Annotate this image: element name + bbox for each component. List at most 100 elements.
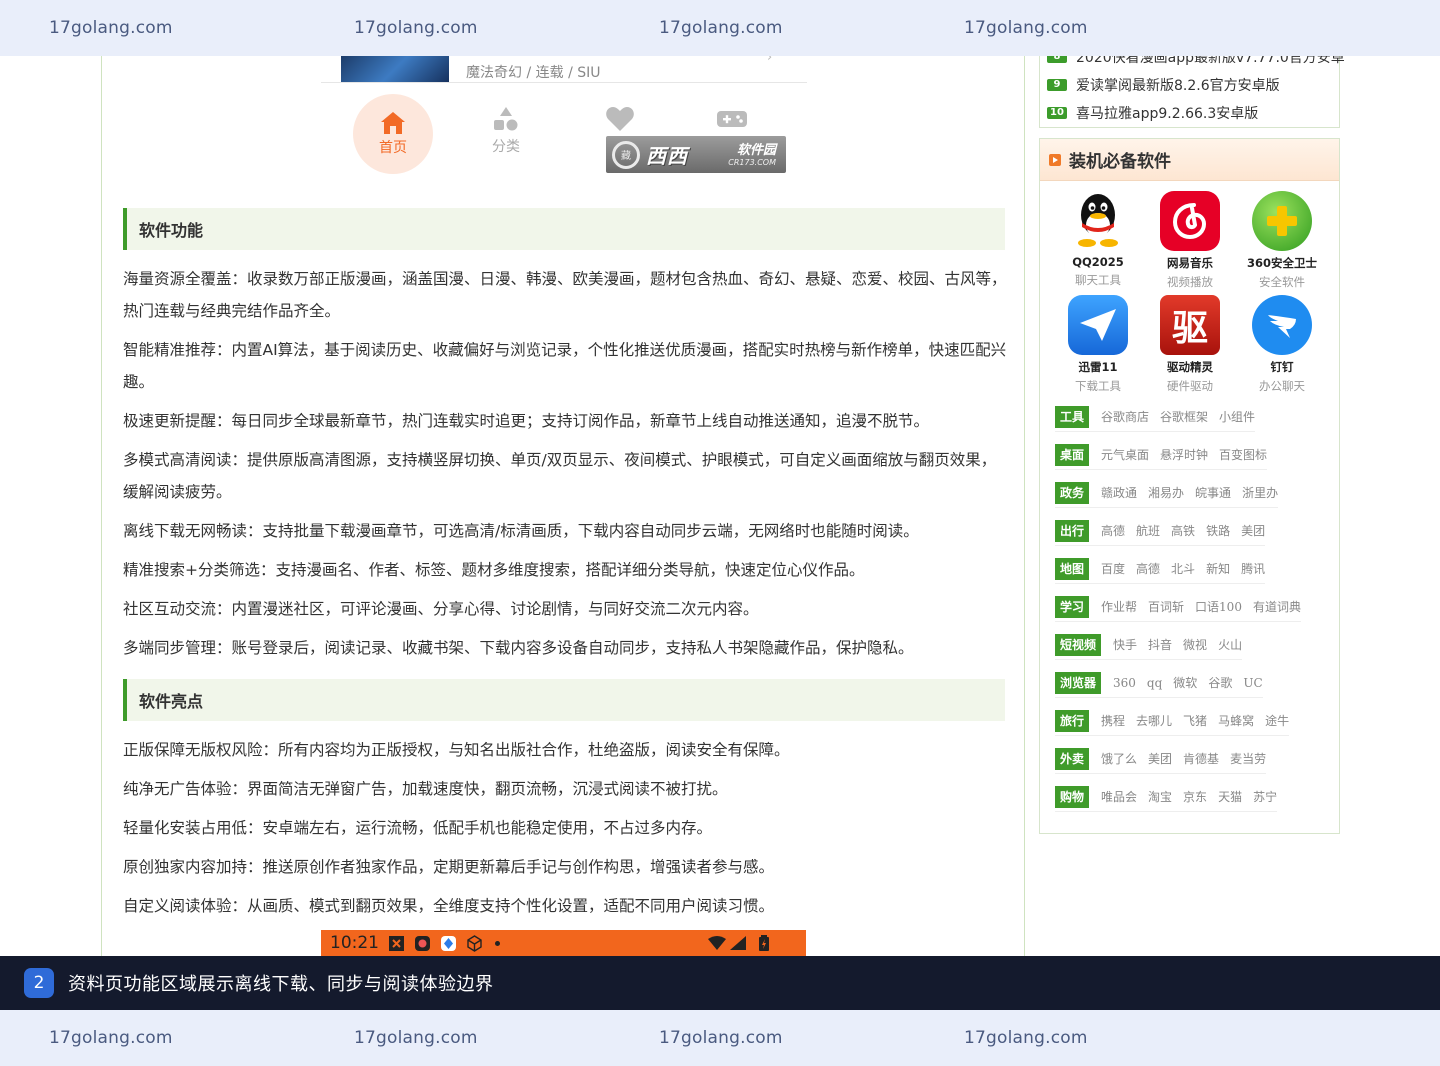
category-tag[interactable]: 出行 bbox=[1055, 519, 1090, 542]
category-link[interactable]: 浙里办 bbox=[1242, 484, 1278, 501]
category-link[interactable]: 抖音 bbox=[1148, 636, 1172, 653]
category-tag[interactable]: 政务 bbox=[1055, 481, 1090, 504]
cr173-watermark-logo: 藏 西西 软件园 CR173.COM bbox=[606, 136, 786, 173]
category-link[interactable]: qq bbox=[1147, 676, 1162, 690]
category-tag[interactable]: 浏览器 bbox=[1055, 671, 1102, 694]
app-tile-driver-genius[interactable]: 驱 驱动精灵 硬件驱动 bbox=[1144, 295, 1236, 394]
panel-title: 装机必备软件 bbox=[1069, 152, 1171, 172]
app-tile-netease-music[interactable]: 网易音乐 视频播放 bbox=[1144, 191, 1236, 290]
category-link[interactable]: 皖事通 bbox=[1195, 484, 1231, 501]
category-link[interactable]: 火山 bbox=[1218, 636, 1242, 653]
app-desc: 安全软件 bbox=[1259, 275, 1305, 289]
category-row: 浏览器 360 qq 微软 谷歌 UC bbox=[1055, 668, 1263, 698]
app-tile-qq[interactable]: QQ2025 聊天工具 bbox=[1052, 191, 1144, 288]
category-link[interactable]: 百词斩 bbox=[1148, 598, 1184, 615]
watermark-bar-bottom: 17golang.com 17golang.com 17golang.com 1… bbox=[0, 1010, 1440, 1066]
nav-home-button[interactable]: 首页 bbox=[353, 94, 433, 174]
qq-icon bbox=[1068, 191, 1128, 251]
category-link[interactable]: 谷歌框架 bbox=[1160, 408, 1208, 425]
category-link[interactable]: 新知 bbox=[1206, 560, 1230, 577]
category-row: 短视频 快手 抖音 微视 火山 bbox=[1055, 630, 1243, 660]
category-link[interactable]: 百变图标 bbox=[1219, 446, 1267, 463]
cube-icon bbox=[467, 934, 482, 952]
nav-category-button[interactable]: 分类 bbox=[471, 106, 541, 156]
app-tile-360[interactable]: 360安全卫士 安全软件 bbox=[1236, 191, 1328, 290]
category-link[interactable]: 美团 bbox=[1241, 522, 1265, 539]
gamepad-icon[interactable] bbox=[717, 110, 747, 128]
category-link[interactable]: 高德 bbox=[1101, 522, 1125, 539]
category-link[interactable]: 淘宝 bbox=[1148, 788, 1172, 805]
feature-paragraph: 海量资源全覆盖：收录数万部正版漫画，涵盖国漫、日漫、韩漫、欧美漫画，题材包含热血… bbox=[123, 270, 1007, 320]
category-link[interactable]: 悬浮时钟 bbox=[1160, 446, 1208, 463]
nav-category-label: 分类 bbox=[492, 139, 520, 155]
status-time: 10:21 bbox=[330, 933, 379, 953]
app-name: 网易音乐 bbox=[1167, 256, 1213, 270]
category-link[interactable]: 铁路 bbox=[1206, 522, 1230, 539]
category-link[interactable]: 高铁 bbox=[1171, 522, 1195, 539]
category-link[interactable]: 美团 bbox=[1148, 750, 1172, 767]
category-link[interactable]: 马蜂窝 bbox=[1218, 712, 1254, 729]
category-tag[interactable]: 旅行 bbox=[1055, 709, 1090, 732]
category-link[interactable]: 元气桌面 bbox=[1101, 446, 1149, 463]
category-link[interactable]: 北斗 bbox=[1171, 560, 1195, 577]
watermark-text: 17golang.com bbox=[659, 1028, 783, 1048]
category-link[interactable]: 谷歌商店 bbox=[1101, 408, 1149, 425]
article-column: 魔法奇幻 / 连载 / SIU › 首页 分类 藏 西西 软件园 CR173.C… bbox=[101, 0, 1025, 1010]
dingtalk-icon bbox=[1252, 295, 1312, 355]
category-link[interactable]: 途牛 bbox=[1265, 712, 1289, 729]
category-tag[interactable]: 短视频 bbox=[1055, 633, 1102, 656]
category-tag[interactable]: 购物 bbox=[1055, 785, 1090, 808]
category-link[interactable]: 360 bbox=[1113, 676, 1136, 690]
category-link[interactable]: 微视 bbox=[1183, 636, 1207, 653]
rank-number: 9 bbox=[1047, 79, 1067, 91]
category-link[interactable]: 京东 bbox=[1183, 788, 1207, 805]
category-tag[interactable]: 学习 bbox=[1055, 595, 1090, 618]
comic-tagline: 魔法奇幻 / 连载 / SIU bbox=[466, 65, 601, 81]
dot-icon bbox=[495, 940, 500, 946]
category-link[interactable]: 高德 bbox=[1136, 560, 1160, 577]
category-link[interactable]: 谷歌 bbox=[1208, 674, 1232, 691]
category-link[interactable]: 快手 bbox=[1113, 636, 1137, 653]
category-link[interactable]: 湘易办 bbox=[1148, 484, 1184, 501]
battery-icon bbox=[759, 935, 769, 951]
app-tile-dingtalk[interactable]: 钉钉 办公聊天 bbox=[1236, 295, 1328, 394]
category-tag[interactable]: 工具 bbox=[1055, 405, 1090, 428]
category-tag[interactable]: 桌面 bbox=[1055, 443, 1090, 466]
category-link[interactable]: 天猫 bbox=[1218, 788, 1242, 805]
category-link[interactable]: 航班 bbox=[1136, 522, 1160, 539]
watermark-text: 17golang.com bbox=[49, 1028, 173, 1048]
category-row: 购物 唯品会 淘宝 京东 天猫 苏宁 bbox=[1055, 782, 1278, 812]
category-link[interactable]: 有道词典 bbox=[1253, 598, 1301, 615]
logo-sub-text: 软件园 bbox=[736, 143, 776, 158]
category-link[interactable]: 唯品会 bbox=[1101, 788, 1137, 805]
watermark-text: 17golang.com bbox=[964, 1028, 1088, 1048]
category-link[interactable]: 百度 bbox=[1101, 560, 1125, 577]
feature-paragraph: 智能精准推荐：内置AI算法，基于阅读历史、收藏偏好与浏览记录，个性化推送优质漫画… bbox=[123, 341, 1007, 391]
category-link[interactable]: 腾讯 bbox=[1241, 560, 1265, 577]
category-row: 外卖 饿了么 美团 肯德基 麦当劳 bbox=[1055, 744, 1267, 774]
watermark-text: 17golang.com bbox=[49, 18, 173, 38]
category-link[interactable]: UC bbox=[1243, 676, 1262, 690]
category-tag[interactable]: 地图 bbox=[1055, 557, 1090, 580]
arrow-right-icon bbox=[1049, 153, 1061, 166]
ranking-item[interactable]: 9 爱读掌阅最新版8.2.6官方安卓版 bbox=[1047, 75, 1280, 95]
category-link[interactable]: 微软 bbox=[1173, 674, 1197, 691]
category-link[interactable]: 口语100 bbox=[1195, 598, 1242, 615]
category-link[interactable]: 去哪儿 bbox=[1136, 712, 1172, 729]
panel-header: 装机必备软件 bbox=[1040, 139, 1339, 181]
category-link[interactable]: 携程 bbox=[1101, 712, 1125, 729]
feature-paragraph: 精准搜索+分类筛选：支持漫画名、作者、标签、题材多维度搜索，搭配详细分类导航，快… bbox=[123, 561, 865, 579]
heart-icon[interactable] bbox=[605, 106, 635, 132]
category-link[interactable]: 麦当劳 bbox=[1230, 750, 1266, 767]
category-link[interactable]: 飞猪 bbox=[1183, 712, 1207, 729]
category-link[interactable]: 苏宁 bbox=[1253, 788, 1277, 805]
category-link[interactable]: 饿了么 bbox=[1101, 750, 1137, 767]
app-tile-xunlei[interactable]: 迅雷11 下载工具 bbox=[1052, 295, 1144, 394]
category-link[interactable]: 赣政通 bbox=[1101, 484, 1137, 501]
category-tag[interactable]: 外卖 bbox=[1055, 747, 1090, 770]
app-name: 迅雷11 bbox=[1078, 360, 1118, 374]
category-link[interactable]: 肯德基 bbox=[1183, 750, 1219, 767]
category-link[interactable]: 小组件 bbox=[1219, 408, 1255, 425]
ranking-item[interactable]: 10 喜马拉雅app9.2.66.3安卓版 bbox=[1047, 103, 1258, 123]
category-link[interactable]: 作业帮 bbox=[1101, 598, 1137, 615]
